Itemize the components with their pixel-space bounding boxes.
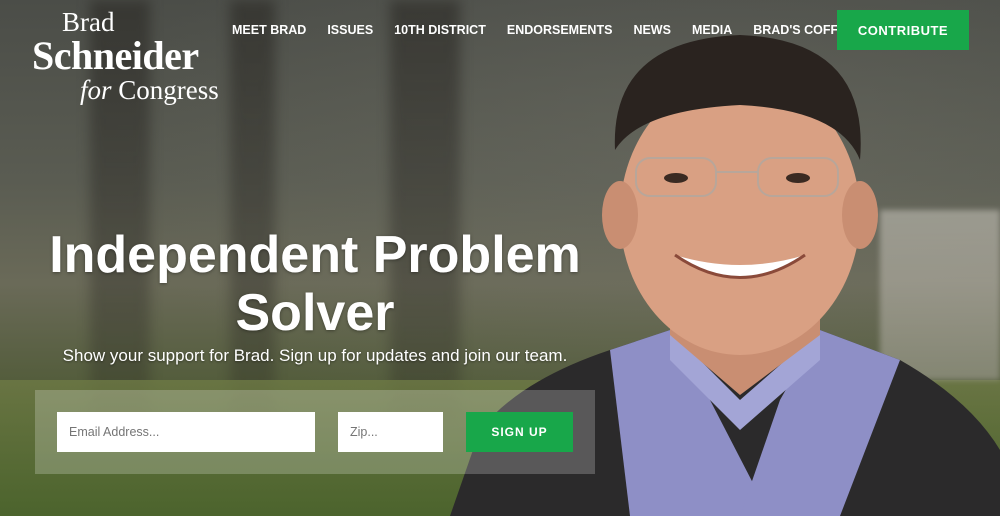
signup-form: SIGN UP xyxy=(35,390,595,474)
hero-headline: Independent Problem Solver xyxy=(49,226,581,342)
hero-section: Brad Schneider for Congress MEET BRAD IS… xyxy=(0,0,1000,516)
site-logo[interactable]: Brad Schneider for Congress xyxy=(32,8,219,104)
logo-congress: Congress xyxy=(111,75,219,105)
nav-media[interactable]: MEDIA xyxy=(692,22,732,38)
logo-for: for xyxy=(80,75,112,105)
nav-issues[interactable]: ISSUES xyxy=(327,22,373,38)
nav-10th-district[interactable]: 10TH DISTRICT xyxy=(394,22,486,38)
nav-endorsements[interactable]: ENDORSEMENTS xyxy=(507,22,613,38)
nav-meet-brad[interactable]: MEET BRAD xyxy=(232,22,306,38)
zip-input[interactable] xyxy=(338,412,443,452)
main-nav: MEET BRAD ISSUES 10TH DISTRICT ENDORSEME… xyxy=(232,22,914,38)
email-input[interactable] xyxy=(57,412,315,452)
hero-subheadline: Show your support for Brad. Sign up for … xyxy=(62,346,568,365)
logo-line-1: Brad xyxy=(62,7,115,37)
logo-line-2: Schneider xyxy=(32,33,199,78)
nav-news[interactable]: NEWS xyxy=(633,22,671,38)
contribute-button[interactable]: CONTRIBUTE xyxy=(837,10,969,50)
signup-button[interactable]: SIGN UP xyxy=(466,412,573,452)
logo-line-3: for Congress xyxy=(32,76,219,104)
